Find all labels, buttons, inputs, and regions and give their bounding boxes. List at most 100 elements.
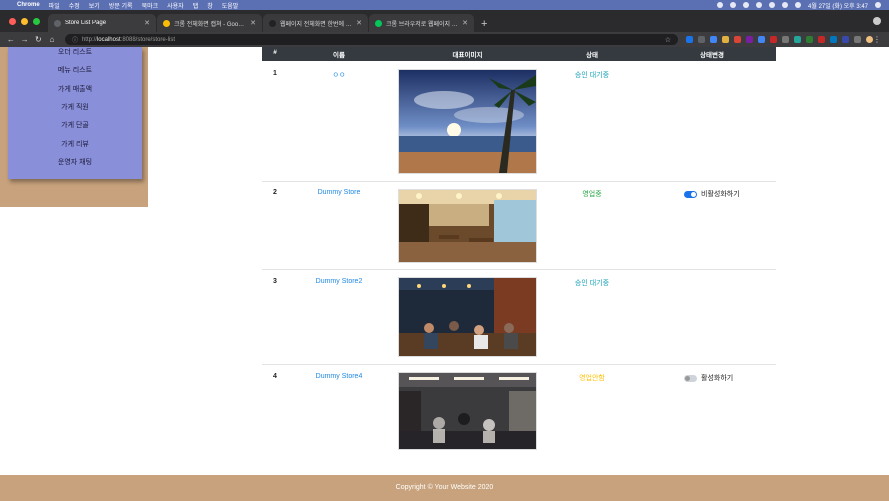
store-number: 1 bbox=[273, 70, 277, 77]
menu-bookmarks[interactable]: 북마크 bbox=[142, 1, 159, 10]
extension-icon[interactable] bbox=[758, 36, 766, 43]
sidebar-item-sales[interactable]: 가게 매출액 bbox=[8, 84, 142, 94]
sidebar-item-menu-list[interactable]: 메뉴 리스트 bbox=[8, 65, 142, 75]
menu-history[interactable]: 방문 기록 bbox=[109, 1, 133, 10]
menu-file[interactable]: 파일 bbox=[49, 1, 60, 10]
store-number: 3 bbox=[273, 278, 277, 285]
store-name-link[interactable]: Dummy Store4 bbox=[303, 373, 375, 380]
menu-edit[interactable]: 수정 bbox=[69, 1, 80, 10]
status-badge: 영업안함 bbox=[579, 375, 605, 382]
extension-icon[interactable] bbox=[734, 36, 742, 43]
bookmark-star-icon[interactable]: ☆ bbox=[665, 36, 671, 44]
avatar[interactable] bbox=[866, 36, 874, 43]
chrome-menu-icon[interactable]: ⋮ bbox=[873, 35, 881, 44]
tab-close-icon[interactable]: ✕ bbox=[250, 19, 256, 27]
tab-naver-article[interactable]: 크롬 브라우저로 웹페이지 전체를 한… ✕ bbox=[369, 14, 474, 32]
control-center-icon[interactable] bbox=[875, 2, 881, 8]
menu-help[interactable]: 도움말 bbox=[222, 1, 239, 10]
tab-label: Store List Page bbox=[65, 20, 107, 26]
tab-store-list[interactable]: Store List Page ✕ bbox=[48, 14, 156, 32]
page-footer: Copyright © Your Website 2020 bbox=[0, 475, 889, 501]
extension-icon[interactable] bbox=[722, 36, 730, 43]
home-icon[interactable]: ⌂ bbox=[45, 35, 59, 44]
extensions-puzzle-icon[interactable] bbox=[854, 36, 862, 43]
menubar-clock[interactable]: 4월 27일 (화) 오후 3:47 bbox=[808, 1, 868, 10]
sidebar-item-reviews[interactable]: 가게 리뷰 bbox=[8, 139, 142, 149]
toggle-label[interactable]: 활성화하기 bbox=[701, 373, 733, 383]
cafe-crowd-image bbox=[399, 278, 536, 356]
tab-favicon-icon bbox=[163, 19, 170, 27]
column-header-number: # bbox=[273, 49, 277, 56]
new-tab-button[interactable]: + bbox=[475, 18, 493, 32]
toggle-label[interactable]: 비활성화하기 bbox=[701, 189, 740, 199]
reload-icon[interactable]: ↻ bbox=[31, 35, 45, 44]
extension-icon[interactable] bbox=[686, 36, 694, 43]
url-path: :8088/store/store-list bbox=[120, 36, 176, 43]
status-icon[interactable] bbox=[717, 2, 724, 8]
forward-arrow-icon[interactable]: → bbox=[18, 35, 32, 44]
extension-icon[interactable] bbox=[770, 36, 778, 43]
menu-window[interactable]: 창 bbox=[207, 1, 213, 10]
beach-image bbox=[399, 70, 536, 173]
sidebar-item-regulars[interactable]: 가게 단골 bbox=[8, 120, 142, 130]
page-content: 오더 리스트 메뉴 리스트 가게 매출액 가게 직원 가게 단골 가게 리뷰 운… bbox=[0, 47, 889, 501]
extension-icon[interactable] bbox=[794, 36, 802, 43]
wifi-icon[interactable] bbox=[769, 2, 776, 8]
tab-close-icon[interactable]: ✕ bbox=[462, 19, 468, 27]
menu-view[interactable]: 보기 bbox=[89, 1, 100, 10]
menu-profiles[interactable]: 사용자 bbox=[167, 1, 184, 10]
extension-icon[interactable] bbox=[818, 36, 826, 43]
table-row: 3 Dummy Store2 승인 대기중 bbox=[262, 270, 776, 365]
column-header-status-change: 상태변경 bbox=[700, 52, 724, 59]
status-icon[interactable] bbox=[756, 2, 763, 8]
browser-tab-bar: Store List Page ✕ 크롬 전체화면 캡쳐 - Google 검색… bbox=[0, 10, 889, 32]
tab-favicon-icon bbox=[375, 19, 382, 27]
status-toggle-control[interactable]: 활성화하기 bbox=[684, 373, 733, 383]
extension-icon[interactable] bbox=[830, 36, 838, 43]
store-name-link[interactable]: Dummy Store bbox=[303, 189, 375, 196]
tab-label: 크롬 브라우저로 웹페이지 전체를 한… bbox=[386, 21, 459, 28]
close-window-icon[interactable] bbox=[9, 17, 16, 25]
extension-icon[interactable] bbox=[710, 36, 718, 43]
store-image bbox=[398, 189, 537, 263]
menu-app-name[interactable]: Chrome bbox=[17, 2, 40, 8]
extension-icon[interactable] bbox=[746, 36, 754, 43]
status-icon[interactable] bbox=[743, 2, 750, 8]
toggle-switch[interactable] bbox=[684, 190, 697, 198]
profile-icon[interactable] bbox=[873, 17, 881, 25]
extension-icon[interactable] bbox=[698, 36, 706, 43]
table-row: 1 ㅇㅇ 승인 대기중 bbox=[262, 61, 776, 182]
status-badge: 영업중 bbox=[582, 191, 602, 198]
status-icon[interactable] bbox=[730, 2, 737, 8]
store-number: 2 bbox=[273, 189, 277, 196]
address-bar[interactable]: ⓘ http:// localhost :8088/store/store-li… bbox=[64, 34, 679, 45]
extension-icon[interactable] bbox=[782, 36, 790, 43]
back-arrow-icon[interactable]: ← bbox=[4, 35, 18, 44]
tab-close-icon[interactable]: ✕ bbox=[356, 19, 362, 27]
toggle-switch[interactable] bbox=[684, 374, 697, 382]
sidebar-item-order-list[interactable]: 오더 리스트 bbox=[8, 47, 142, 57]
store-name-link[interactable]: ㅇㅇ bbox=[303, 70, 375, 80]
minimize-window-icon[interactable] bbox=[21, 17, 28, 25]
battery-icon[interactable] bbox=[782, 2, 789, 8]
extension-icon[interactable] bbox=[806, 36, 814, 43]
extension-icon[interactable] bbox=[842, 36, 850, 43]
sidebar-item-admin-chat[interactable]: 운영자 채팅 bbox=[8, 157, 142, 167]
tab-favicon-icon bbox=[269, 19, 276, 27]
info-icon[interactable]: ⓘ bbox=[72, 35, 78, 44]
store-image bbox=[398, 372, 537, 450]
store-name-link[interactable]: Dummy Store2 bbox=[303, 278, 375, 285]
tab-google-search[interactable]: 크롬 전체화면 캡쳐 - Google 검색 ✕ bbox=[157, 14, 262, 32]
cafe-interior-image bbox=[399, 190, 536, 262]
search-icon[interactable] bbox=[795, 2, 802, 8]
tab-close-icon[interactable]: ✕ bbox=[144, 19, 150, 27]
status-toggle-control[interactable]: 비활성화하기 bbox=[684, 189, 740, 199]
footer-copyright: Copyright © Your Website 2020 bbox=[395, 484, 494, 491]
column-header-image: 대표이미지 bbox=[452, 52, 483, 59]
sidebar-item-staff[interactable]: 가게 직원 bbox=[8, 102, 142, 112]
maximize-window-icon[interactable] bbox=[33, 17, 40, 25]
url-host: localhost bbox=[96, 36, 121, 43]
tab-capture-article[interactable]: 웹페이지 전체화면 한번에 캡쳐하기(C… ✕ bbox=[263, 14, 368, 32]
menu-tab[interactable]: 탭 bbox=[193, 1, 199, 10]
column-header-name: 이름 bbox=[333, 52, 345, 59]
